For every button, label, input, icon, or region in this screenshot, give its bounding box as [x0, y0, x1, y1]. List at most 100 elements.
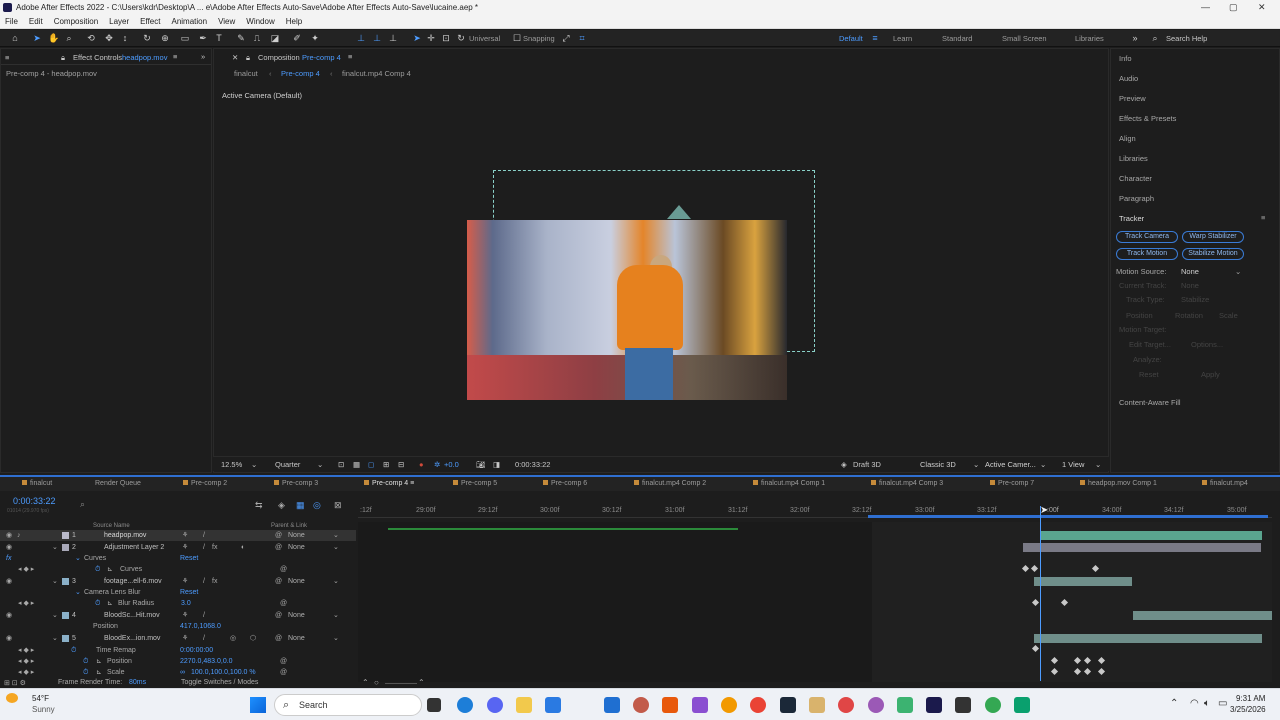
tab-finalcut-mp4[interactable]: finalcut.mp4: [1202, 480, 1248, 487]
collapse-triangle-icon[interactable]: ⌄: [52, 542, 58, 553]
stopwatch-icon[interactable]: ⏱: [83, 667, 88, 678]
label-color-swatch[interactable]: [62, 612, 69, 619]
pan-behind-tool-icon[interactable]: ⊕: [160, 33, 170, 43]
visibility-eye-icon[interactable]: ◉: [6, 542, 12, 553]
layer-row[interactable]: ◉ ⌄ 5 BloodEx...ion.mov ⚘ / ◎ ⬡ @ None ⌄: [0, 633, 356, 644]
windows-start-icon[interactable]: [250, 697, 266, 713]
chrome-icon[interactable]: [985, 697, 1001, 713]
keyframe-nav-icon[interactable]: ◂ ◆ ▸: [18, 667, 34, 678]
panel-menu-icon[interactable]: ≡: [5, 53, 9, 62]
timeline-track-area[interactable]: [358, 522, 1272, 682]
motion-source-chevron-icon[interactable]: ⌄: [1235, 267, 1241, 276]
property-name[interactable]: Time Remap: [96, 645, 136, 656]
tab-finalcut-comp2[interactable]: finalcut.mp4 Comp 2: [634, 480, 706, 487]
expression-icon[interactable]: @: [280, 656, 287, 667]
keyframe-nav-icon[interactable]: ◂ ◆ ▸: [18, 598, 34, 609]
layer-name[interactable]: footage...ell-6.mov: [104, 576, 162, 587]
menu-animation[interactable]: Animation: [171, 17, 207, 26]
view-layout-select[interactable]: 1 View: [1062, 460, 1084, 469]
draft-3d-icon[interactable]: ◈: [278, 500, 285, 511]
scale-icon[interactable]: ⊡: [441, 33, 451, 43]
office-icon[interactable]: [662, 697, 678, 713]
effect-controls-layer[interactable]: headpop.mov: [122, 53, 167, 62]
menu-edit[interactable]: Edit: [29, 17, 43, 26]
tray-chevron-icon[interactable]: ⌃: [1170, 698, 1178, 709]
property-name[interactable]: Position: [93, 621, 118, 632]
track-camera-button[interactable]: Track Camera: [1116, 231, 1178, 243]
parent-select[interactable]: None: [288, 576, 305, 587]
keyframe-nav-icon[interactable]: ◂ ◆ ▸: [18, 564, 34, 575]
comp-timecode[interactable]: 0:00:33:22: [515, 460, 550, 469]
discord-icon[interactable]: [487, 697, 503, 713]
guides-icon[interactable]: ⊞: [383, 460, 389, 469]
expression-icon[interactable]: @: [280, 667, 287, 678]
property-value[interactable]: 3.0: [181, 598, 191, 609]
character-panel-tab[interactable]: Character: [1119, 174, 1152, 183]
weather-status[interactable]: Sunny: [32, 705, 55, 714]
parent-select[interactable]: None: [288, 610, 305, 621]
tab-headpop-comp1[interactable]: headpop.mov Comp 1: [1080, 480, 1157, 487]
shy-switch-icon[interactable]: ⚘: [182, 576, 188, 587]
effect-toggle-icon[interactable]: ⌄: [75, 587, 81, 598]
world-axis-icon[interactable]: ⊥: [388, 33, 398, 43]
info-panel-tab[interactable]: Info: [1119, 54, 1132, 63]
shy-switch-icon[interactable]: ⚘: [182, 542, 188, 553]
tab-precomp7[interactable]: Pre-comp 7: [990, 480, 1034, 487]
resolution-chevron-icon[interactable]: ⌄: [317, 460, 323, 469]
effect-reset-link[interactable]: Reset: [180, 587, 198, 598]
layer-name[interactable]: BloodEx...ion.mov: [104, 633, 160, 644]
maximize-icon[interactable]: ▢: [1229, 0, 1238, 15]
composition-viewer-frame[interactable]: [467, 220, 787, 400]
menu-help[interactable]: Help: [286, 17, 302, 26]
more-workspaces-icon[interactable]: »: [1130, 33, 1140, 43]
opera-icon[interactable]: [838, 697, 854, 713]
tab-precomp3[interactable]: Pre-comp 3: [274, 480, 318, 487]
search-help-input[interactable]: Search Help: [1166, 34, 1207, 43]
layer-row[interactable]: ◉ ⌄ 3 footage...ell-6.mov ⚘ / fx @ None …: [0, 576, 356, 587]
property-value[interactable]: 100.0,100.0,100.0 %: [191, 667, 256, 678]
clone-stamp-tool-icon[interactable]: ⎍: [252, 33, 262, 43]
close-comp-icon[interactable]: ✕: [232, 53, 238, 62]
comp-flowchart-icon[interactable]: ⇆: [255, 500, 263, 511]
shy-switch-icon[interactable]: ⚘: [182, 633, 188, 644]
zoom-in-icon[interactable]: ⌃: [418, 678, 425, 687]
app-icon[interactable]: [692, 697, 708, 713]
visibility-eye-icon[interactable]: ◉: [6, 530, 12, 541]
graph-editor-icon[interactable]: ⊠: [334, 500, 342, 511]
tracker-panel-title[interactable]: Tracker: [1119, 214, 1144, 223]
layer-bar[interactable]: [1040, 531, 1262, 540]
workspace-small-screen[interactable]: Small Screen: [1002, 34, 1047, 43]
weather-temp[interactable]: 54°F: [32, 694, 49, 703]
parent-chevron-icon[interactable]: ⌄: [333, 542, 339, 553]
collapse-triangle-icon[interactable]: ⌄: [52, 576, 58, 587]
channel-icon[interactable]: ⊟: [398, 460, 404, 469]
microsoft-store-icon[interactable]: [545, 697, 561, 713]
exposure-icon[interactable]: ✲: [434, 460, 440, 469]
rectangle-tool-icon[interactable]: ▭: [180, 33, 190, 43]
expression-icon[interactable]: @: [280, 564, 287, 575]
parent-chevron-icon[interactable]: ⌄: [333, 633, 339, 644]
clock-time[interactable]: 9:31 AM: [1236, 694, 1265, 703]
pan-tool-icon[interactable]: ✥: [104, 33, 114, 43]
property-row[interactable]: ◂ ◆ ▸ ⏱ ⊾ Curves @: [0, 564, 356, 575]
shy-switch-icon[interactable]: ⚘: [182, 530, 188, 541]
parent-chevron-icon[interactable]: ⌄: [333, 530, 339, 541]
menu-window[interactable]: Window: [246, 17, 274, 26]
battery-icon[interactable]: ▭: [1218, 698, 1227, 709]
visibility-eye-icon[interactable]: ◉: [6, 576, 12, 587]
time-ruler[interactable]: :12f 29:00f 29:12f 30:00f 30:12f 31:00f …: [358, 504, 1272, 518]
parent-select[interactable]: None: [288, 633, 305, 644]
workspace-standard[interactable]: Standard: [942, 34, 972, 43]
breadcrumb-finalcut[interactable]: finalcut: [234, 69, 258, 78]
menu-layer[interactable]: Layer: [109, 17, 129, 26]
fx-switch-icon[interactable]: fx: [212, 542, 217, 553]
adjustment-layer-icon[interactable]: ◐: [241, 542, 245, 553]
wifi-icon[interactable]: ◠: [1190, 698, 1199, 709]
renderer-select[interactable]: Classic 3D: [920, 460, 956, 469]
local-axis-icon[interactable]: ⊥: [372, 33, 382, 43]
tab-finalcut[interactable]: finalcut: [22, 480, 52, 487]
renderer-chevron-icon[interactable]: ⌄: [973, 460, 979, 469]
snapshot-icon[interactable]: 📷︎: [476, 460, 486, 469]
stabilize-motion-button[interactable]: Stabilize Motion: [1182, 248, 1244, 260]
collapse-triangle-icon[interactable]: ⌄: [52, 633, 58, 644]
